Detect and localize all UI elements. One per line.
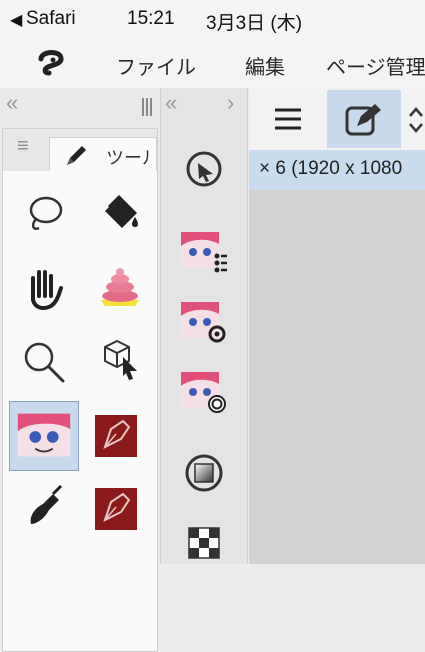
menu-edit[interactable]: 編集: [245, 51, 285, 80]
object-tool[interactable]: [85, 327, 155, 397]
expand-icon[interactable]: ›: [227, 90, 234, 116]
tab-menu-icon[interactable]: ≡: [17, 135, 29, 158]
menu-file[interactable]: ファイル: [116, 51, 196, 80]
pen-nib-icon: [95, 488, 137, 530]
hand-icon: [31, 270, 63, 310]
side-panel: « ›: [160, 88, 248, 564]
menu-bar: ファイル 編集 ページ管理: [0, 40, 425, 89]
edit-canvas-icon: [345, 104, 381, 136]
status-bar: ◀ Safari 15:21 3月3日 (木): [0, 0, 425, 40]
lasso-tool[interactable]: [9, 181, 79, 251]
character-settings-icon[interactable]: [179, 296, 229, 346]
pencil-icon: [67, 146, 86, 165]
canvas-area[interactable]: [249, 190, 425, 564]
grid-icon[interactable]: [179, 520, 229, 570]
hand-tool[interactable]: [9, 254, 79, 324]
tool-panel: « ≡ ツール: [0, 88, 160, 652]
gradient-icon[interactable]: [179, 448, 229, 498]
canvas-toolbar: [249, 88, 425, 151]
lasso-icon: [29, 196, 63, 230]
menu-page[interactable]: ページ管理: [326, 51, 425, 80]
edit-mode-button[interactable]: [327, 90, 401, 148]
character-list-icon[interactable]: [179, 226, 229, 276]
brush-icon: [30, 484, 63, 524]
collapse-mid-icon[interactable]: «: [165, 90, 177, 116]
swirl-icon: [101, 268, 139, 306]
back-icon[interactable]: ◀: [10, 10, 22, 30]
character-layer-icon[interactable]: [179, 366, 229, 416]
character-tool[interactable]: [9, 401, 79, 471]
pen-tool[interactable]: [85, 401, 155, 471]
magnifier-icon: [24, 342, 65, 383]
paint-bucket-icon: [105, 194, 138, 228]
status-app-label[interactable]: Safari: [26, 8, 76, 30]
clip-studio-logo-icon[interactable]: [34, 46, 68, 80]
brush-tool[interactable]: [9, 474, 79, 544]
canvas-tab-title: × 6 (1920 x 1080: [259, 158, 403, 179]
hamburger-menu-icon[interactable]: [273, 106, 303, 132]
canvas-tab[interactable]: × 6 (1920 x 1080: [249, 150, 425, 190]
status-date: 3月3日 (木): [206, 13, 303, 34]
collapse-left-icon[interactable]: «: [6, 90, 18, 116]
panel-drag-handle-icon[interactable]: [140, 96, 154, 118]
pen-nib-icon: [95, 415, 137, 457]
tab-tool-label: ツール: [106, 148, 150, 168]
chevron-updown-icon[interactable]: [407, 104, 425, 136]
poop-tool[interactable]: [85, 254, 155, 324]
navigator-icon[interactable]: [179, 144, 229, 194]
cube-cursor-icon: [104, 339, 137, 380]
tool-palette: ≡ ツール: [2, 128, 158, 652]
zoom-tool[interactable]: [9, 327, 79, 397]
status-time: 15:21: [127, 8, 175, 29]
tool-tab-strip: ≡ ツール: [3, 129, 157, 171]
tab-tool[interactable]: ツール: [49, 137, 157, 171]
character-avatar-icon: [17, 413, 71, 457]
fill-tool[interactable]: [85, 181, 155, 251]
pen-tool-2[interactable]: [85, 474, 155, 544]
